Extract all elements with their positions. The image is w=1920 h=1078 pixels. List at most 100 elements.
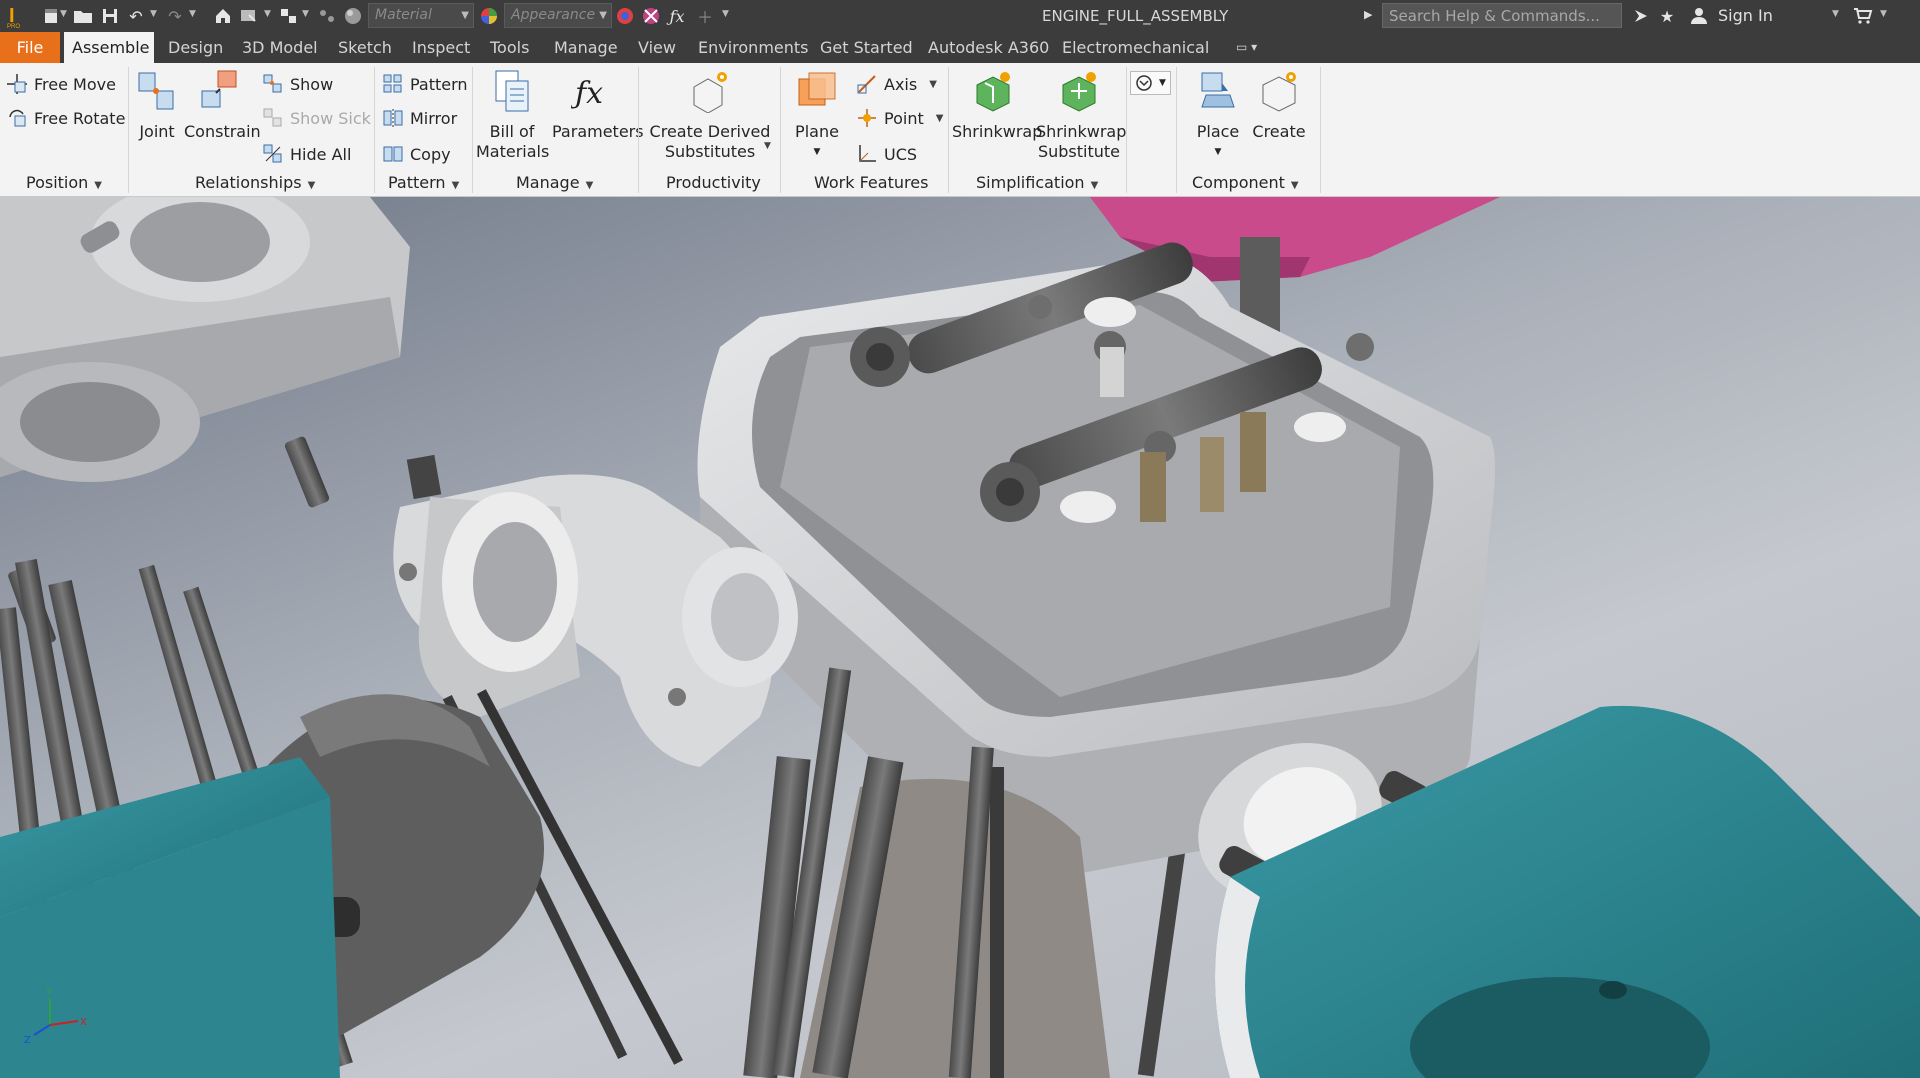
new-file-icon[interactable]	[40, 5, 62, 27]
engine-block-part[interactable]	[0, 197, 410, 482]
new-dropdown-icon[interactable]: ▼	[60, 9, 70, 23]
select-mode-icon[interactable]	[278, 5, 300, 27]
cart-dropdown-icon[interactable]: ▼	[1880, 9, 1890, 23]
cart-icon[interactable]	[1852, 5, 1874, 27]
user-icon[interactable]	[1688, 5, 1710, 27]
document-title: ENGINE_FULL_ASSEMBLY	[1042, 7, 1229, 25]
tab-get-started[interactable]: Get Started	[812, 32, 921, 63]
group-separator	[374, 67, 375, 193]
update-dropdown-icon[interactable]: ▼	[264, 9, 274, 23]
tab-3d-model[interactable]: 3D Model	[234, 32, 326, 63]
sign-in-dropdown-icon[interactable]: ▼	[1832, 9, 1842, 23]
select-mode-dropdown-icon[interactable]: ▼	[302, 9, 312, 23]
create-derived-icon	[693, 72, 727, 114]
customize-quick-access-icon[interactable]: ▼	[722, 9, 732, 23]
group-separator	[1126, 67, 1127, 193]
clear-appearance-icon[interactable]	[640, 5, 662, 27]
expand-arrow-icon[interactable]: ▶	[1364, 8, 1374, 22]
create-button[interactable]: Create	[1250, 69, 1308, 142]
mirror-button[interactable]: Mirror	[382, 107, 457, 129]
zoom-select-icon[interactable]	[316, 5, 338, 27]
add-icon[interactable]: ＋	[694, 5, 716, 27]
mirror-icon	[383, 109, 403, 127]
panel-display-toggle-icon[interactable]: ▭ ▾	[1228, 32, 1265, 63]
graphics-viewport[interactable]: Y X Z	[0, 197, 1920, 1078]
point-button[interactable]: Point ▼	[856, 107, 943, 129]
tab-electromechanical[interactable]: Electromechanical	[1054, 32, 1217, 63]
bill-of-materials-icon	[495, 70, 529, 112]
favorites-star-icon[interactable]: ★	[1656, 5, 1678, 27]
group-separator	[128, 67, 129, 193]
update-icon[interactable]	[238, 5, 260, 27]
hide-all-button[interactable]: Hide All	[262, 143, 351, 165]
show-sick-button[interactable]: Show Sick	[262, 107, 371, 129]
save-icon[interactable]	[99, 5, 121, 27]
axis-button[interactable]: Axis ▼	[856, 73, 937, 95]
constrain-button[interactable]: Constrain	[184, 69, 261, 142]
copy-button[interactable]: Copy	[382, 143, 451, 165]
adjust-appearance-icon[interactable]	[614, 5, 636, 27]
undo-dropdown-icon[interactable]: ▼	[150, 9, 160, 23]
ribbon-panel: Free Move Free Rotate Position ▼ Joint Co…	[0, 63, 1920, 197]
free-rotate-button[interactable]: Free Rotate	[6, 107, 125, 129]
tab-environments[interactable]: Environments	[690, 32, 817, 63]
function-icon[interactable]: ƒx	[666, 5, 688, 27]
search-input[interactable]: Search Help & Commands...	[1382, 3, 1622, 28]
bill-of-materials-button[interactable]: Bill of Materials	[476, 69, 549, 162]
tab-design[interactable]: Design	[160, 32, 231, 63]
create-derived-substitutes-button[interactable]: Create Derived Substitutes	[646, 69, 774, 162]
show-sick-icon	[263, 108, 282, 127]
group-separator	[780, 67, 781, 193]
ucs-button[interactable]: UCS	[856, 143, 917, 165]
constrain-icon	[201, 70, 237, 108]
plane-dropdown-icon[interactable]: ▼	[786, 142, 848, 162]
group-position-label[interactable]: Position ▼	[26, 173, 102, 192]
appearance-select[interactable]: Appearance ▼	[504, 3, 612, 28]
tab-tools[interactable]: Tools	[482, 32, 537, 63]
free-move-icon	[7, 74, 27, 94]
svg-text:Y: Y	[45, 987, 53, 998]
tab-file[interactable]: File	[0, 32, 60, 63]
svg-text:ƒx: ƒx	[571, 76, 603, 111]
tab-manage[interactable]: Manage	[546, 32, 626, 63]
joint-button[interactable]: Joint	[134, 69, 180, 142]
shrinkwrap-substitute-button[interactable]: Shrinkwrap Substitute	[1036, 69, 1126, 162]
create-derived-dropdown-icon[interactable]: ▼	[764, 141, 774, 155]
place-button[interactable]: Place ▼	[1188, 69, 1248, 162]
material-select[interactable]: Material ▼	[368, 3, 474, 28]
group-component-label[interactable]: Component ▼	[1192, 173, 1299, 192]
material-sphere-icon[interactable]	[342, 5, 364, 27]
group-relationships-label[interactable]: Relationships ▼	[195, 173, 315, 192]
shrinkwrap-button[interactable]: Shrinkwrap	[952, 69, 1042, 142]
group-productivity-label: Productivity	[666, 173, 761, 192]
show-button[interactable]: Show	[262, 73, 333, 95]
group-simplification-label[interactable]: Simplification ▼	[976, 173, 1098, 192]
tab-sketch[interactable]: Sketch	[330, 32, 400, 63]
tab-autodesk-a360[interactable]: Autodesk A360	[920, 32, 1057, 63]
tab-view[interactable]: View	[630, 32, 684, 63]
home-icon[interactable]	[212, 5, 234, 27]
free-move-button[interactable]: Free Move	[6, 73, 116, 95]
group-pattern-label[interactable]: Pattern ▼	[388, 173, 459, 192]
tab-inspect[interactable]: Inspect	[404, 32, 478, 63]
options-circle-icon	[1136, 75, 1152, 91]
parameters-button[interactable]: ƒx Parameters	[552, 69, 644, 142]
redo-dropdown-icon[interactable]: ▼	[189, 9, 199, 23]
communication-center-icon[interactable]	[1630, 5, 1652, 27]
plane-button[interactable]: Plane ▼	[786, 69, 848, 162]
create-component-icon	[1262, 72, 1296, 112]
sign-in-link[interactable]: Sign In	[1718, 6, 1773, 25]
pattern-button[interactable]: Pattern	[382, 73, 468, 95]
place-component-icon	[1201, 72, 1235, 108]
redo-icon[interactable]: ↷	[164, 5, 186, 27]
undo-icon[interactable]: ↶	[125, 5, 147, 27]
tab-assemble[interactable]: Assemble	[64, 32, 154, 63]
group-work-features-label: Work Features	[814, 173, 929, 192]
appearance-ball-icon[interactable]	[478, 5, 500, 27]
group-manage-label[interactable]: Manage ▼	[516, 173, 593, 192]
open-folder-icon[interactable]	[72, 5, 94, 27]
pattern-icon	[383, 74, 402, 93]
place-dropdown-icon[interactable]: ▼	[1188, 142, 1248, 162]
group-separator	[638, 67, 639, 193]
panel-options-dropdown[interactable]: ▼	[1130, 71, 1171, 95]
